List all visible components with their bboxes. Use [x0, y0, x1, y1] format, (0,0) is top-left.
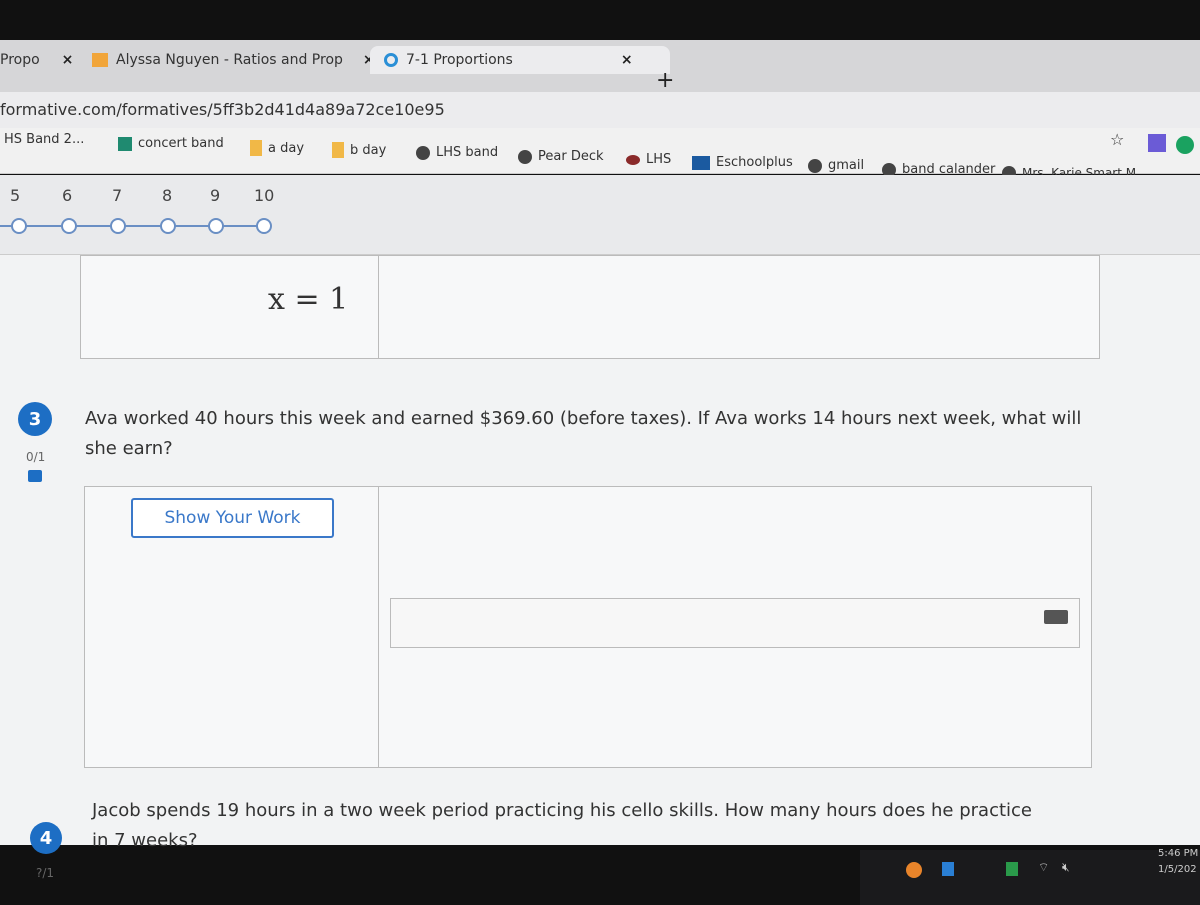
tab-label: Alyssa Nguyen - Ratios and Prop: [116, 52, 343, 68]
question-number-badge[interactable]: 3: [18, 402, 52, 436]
bookmark-label: LHS band: [436, 145, 499, 160]
step-dot[interactable]: [11, 218, 27, 234]
globe-icon: [808, 158, 822, 173]
slides-icon: [92, 53, 108, 67]
bookmark[interactable]: LHS: [626, 152, 671, 167]
step-number[interactable]: 7: [112, 186, 122, 205]
step-dot[interactable]: [208, 218, 224, 234]
tab-label: Propo: [0, 52, 40, 68]
new-tab-button[interactable]: +: [656, 68, 674, 93]
stepper-line: [0, 225, 266, 227]
answer-input[interactable]: [390, 598, 1080, 648]
tab-7-1-proportions[interactable]: 7-1 Proportions ×: [370, 46, 670, 74]
bookmark-label: HS Band 2...: [4, 132, 85, 147]
bookmark-label: a day: [268, 140, 305, 156]
question-number-badge[interactable]: 4: [30, 822, 62, 854]
step-number[interactable]: 9: [210, 186, 220, 205]
hac-icon: [692, 155, 710, 170]
bookmark[interactable]: b day: [332, 142, 386, 158]
folder-icon: [332, 142, 344, 158]
bookmark-label: concert band: [138, 136, 224, 151]
defender-icon[interactable]: [1006, 862, 1018, 876]
globe-icon: [416, 145, 430, 160]
question-text: Ava worked 40 hours this week and earned…: [85, 408, 1082, 459]
bookmark[interactable]: a day: [250, 140, 304, 156]
close-icon[interactable]: ×: [62, 52, 74, 68]
bookmark-label: LHS: [646, 152, 672, 167]
step-number[interactable]: 8: [162, 186, 172, 205]
step-dot[interactable]: [110, 218, 126, 234]
tab-alyssa[interactable]: Alyssa Nguyen - Ratios and Prop ×: [92, 52, 375, 68]
show-your-work-button[interactable]: Show Your Work: [131, 498, 334, 538]
keyboard-icon[interactable]: [1044, 610, 1068, 624]
question-stepper: [0, 175, 1200, 255]
step-number[interactable]: 10: [254, 186, 274, 205]
step-dot[interactable]: [61, 218, 77, 234]
tray-s-icon[interactable]: [942, 862, 954, 876]
grammarly-icon[interactable]: [1176, 136, 1194, 154]
comment-icon[interactable]: [28, 470, 42, 482]
bookmark[interactable]: Eschoolplus: [692, 155, 793, 170]
url-text[interactable]: formative.com/formatives/5ff3b2d41d4a89a…: [0, 100, 445, 119]
handwritten-answer: x = 1: [268, 282, 349, 317]
step-dot[interactable]: [160, 218, 176, 234]
extension-icon[interactable]: [1148, 134, 1166, 152]
bookmark[interactable]: LHS band: [416, 145, 498, 160]
divider: [378, 486, 379, 768]
bookmark-label: b day: [350, 142, 387, 158]
bookmark-label: gmail: [828, 158, 865, 173]
step-number[interactable]: 5: [10, 186, 20, 205]
classroom-icon: [118, 136, 132, 151]
bookmark-label: Eschoolplus: [716, 155, 793, 170]
wifi-icon[interactable]: ⌔: [1038, 860, 1049, 875]
globe-icon: [518, 149, 532, 164]
question-score: ?/1: [36, 866, 55, 880]
clock-time[interactable]: 5:46 PM: [1158, 848, 1198, 859]
previous-answer-box: [80, 255, 1100, 359]
bookmark[interactable]: concert band: [118, 136, 224, 151]
folder-icon: [250, 140, 262, 156]
bookmark-label: Pear Deck: [538, 149, 604, 164]
step-dot[interactable]: [256, 218, 272, 234]
divider: [378, 255, 379, 359]
clock-date[interactable]: 1/5/202: [1158, 864, 1197, 875]
close-icon[interactable]: ×: [621, 52, 633, 68]
bookmark-star-icon[interactable]: ☆: [1110, 130, 1124, 149]
tab-propo[interactable]: Propo ×: [0, 52, 73, 68]
tab-label: 7-1 Proportions: [406, 52, 513, 68]
step-number[interactable]: 6: [62, 186, 72, 205]
mascot-icon: [626, 154, 640, 165]
bookmark[interactable]: HS Band 2...: [4, 132, 84, 147]
tray-app-icon[interactable]: [906, 862, 922, 878]
question-text: Jacob spends 19 hours in a two week peri…: [92, 800, 1033, 851]
formative-icon: [384, 53, 398, 67]
volume-muted-icon[interactable]: 🔇︎: [1062, 860, 1070, 875]
question-score: 0/1: [26, 450, 46, 464]
bookmark[interactable]: Pear Deck: [518, 149, 604, 164]
bookmark[interactable]: gmail: [808, 158, 864, 173]
